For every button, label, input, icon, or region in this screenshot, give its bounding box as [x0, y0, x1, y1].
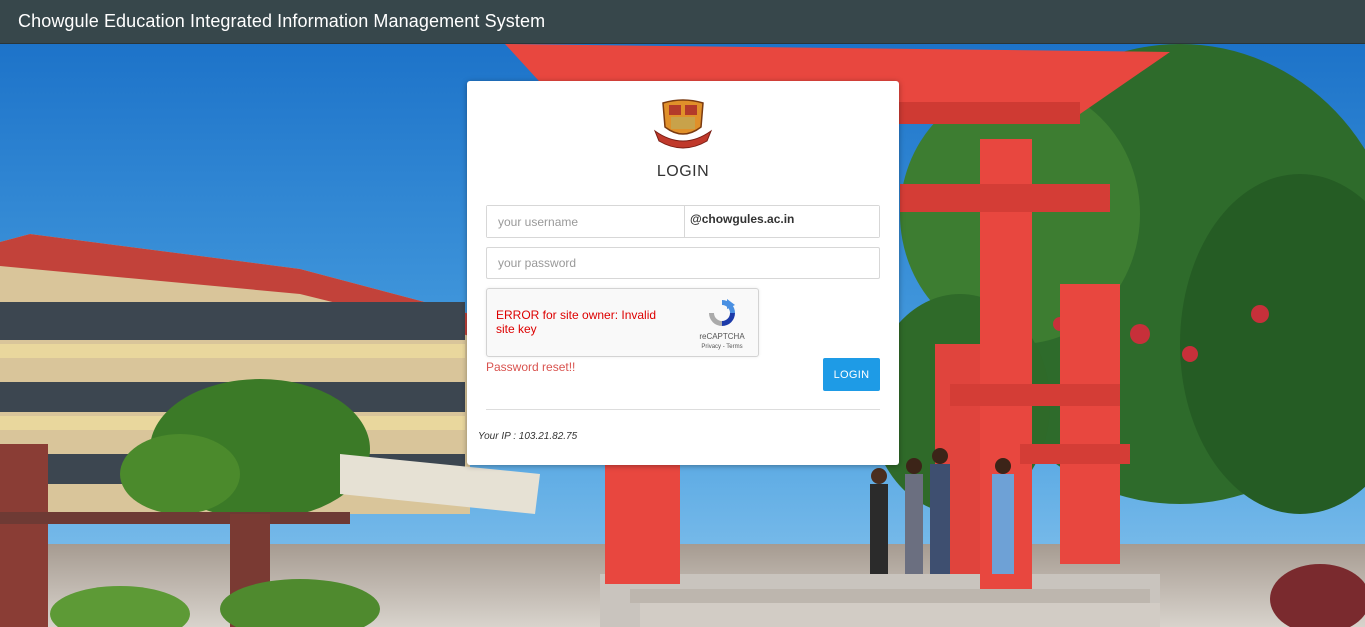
password-input[interactable]	[486, 247, 880, 279]
recaptcha-privacy-link[interactable]: Privacy	[701, 344, 721, 350]
password-reset-link[interactable]: Password reset!!	[486, 360, 575, 374]
login-heading: LOGIN	[656, 163, 710, 180]
ip-address-info: Your IP : 103.21.82.75	[478, 431, 577, 442]
ip-label: Your IP :	[478, 431, 519, 442]
login-button[interactable]: LOGIN	[823, 358, 880, 391]
recaptcha-widget[interactable]: ERROR for site owner: Invalid site key r…	[486, 288, 759, 357]
recaptcha-brand-label: reCAPTCHA	[699, 332, 745, 341]
recaptcha-icon	[709, 299, 735, 326]
app-title: Chowgule Education Integrated Informatio…	[18, 11, 546, 31]
top-navbar: Chowgule Education Integrated Informatio…	[0, 0, 1365, 44]
recaptcha-terms-link[interactable]: Terms	[726, 344, 742, 350]
recaptcha-error-message: ERROR for site owner: Invalid site key	[496, 308, 657, 336]
college-crest-logo	[653, 99, 713, 149]
email-domain-addon: @chowgules.ac.in	[684, 206, 879, 237]
recaptcha-links: Privacy - Terms	[683, 344, 761, 350]
ip-value: 103.21.82.75	[518, 431, 578, 442]
login-card: LOGIN @chowgules.ac.in ERROR for site ow…	[467, 81, 899, 465]
username-input-group: @chowgules.ac.in	[486, 205, 880, 238]
card-divider	[486, 409, 880, 410]
username-input[interactable]	[487, 206, 684, 237]
